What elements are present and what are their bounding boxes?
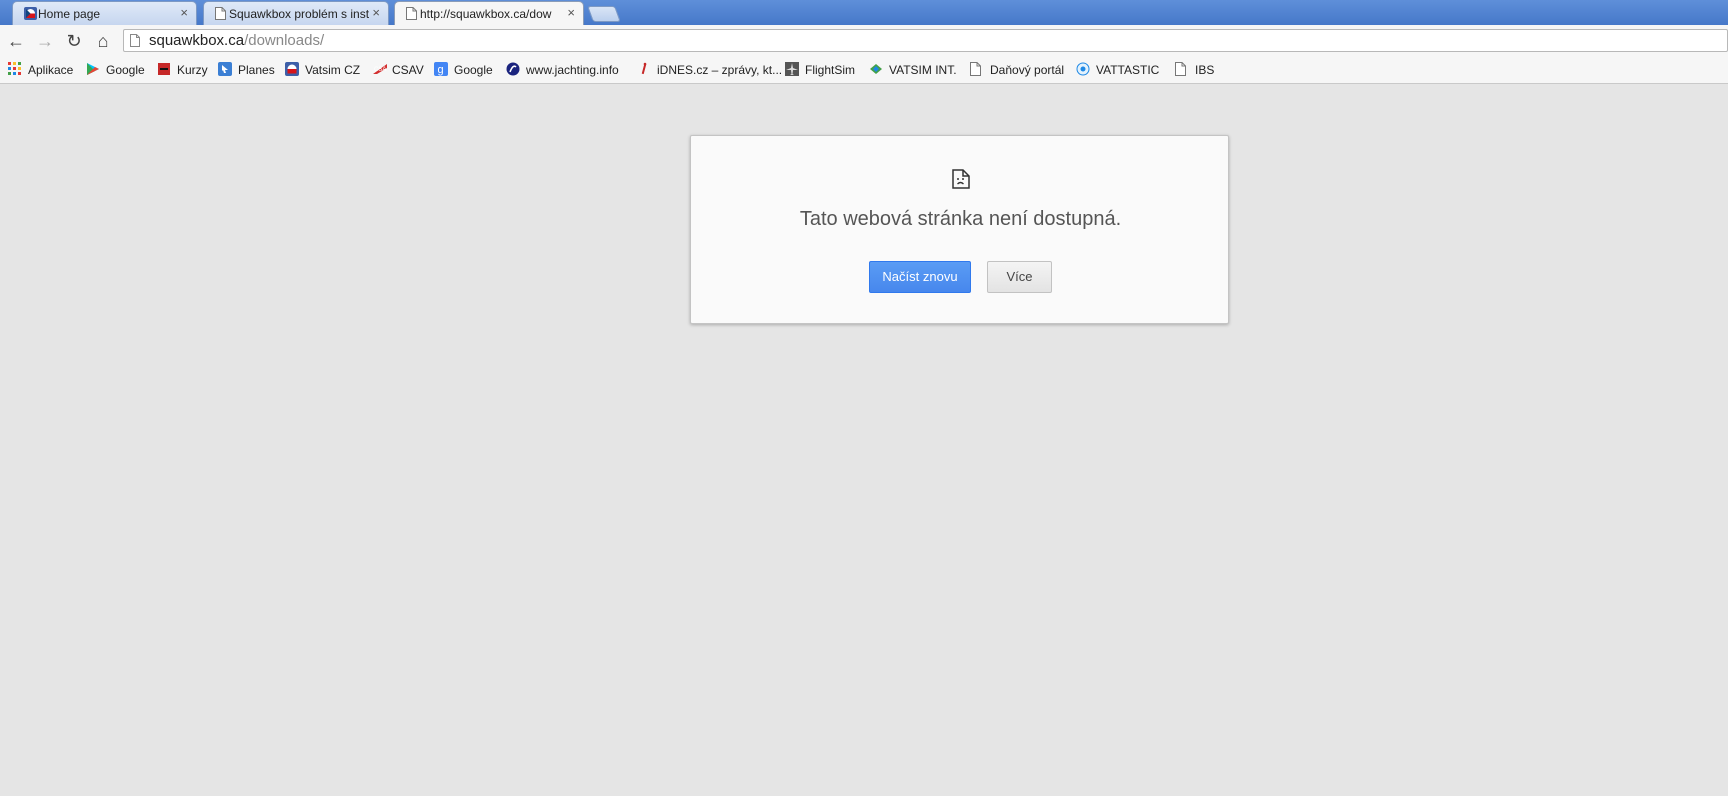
google-plus-icon: g: [434, 62, 448, 76]
sad-page-icon: [952, 169, 970, 189]
bookmarks-bar: Aplikace Google Kurzy Planes Vatsim CZ C…: [0, 57, 1728, 84]
svg-text:CSA: CSA: [374, 67, 386, 73]
url-host: squawkbox.ca: [149, 32, 245, 49]
jachting-icon: [506, 62, 520, 76]
apps-grid-icon: [8, 62, 22, 76]
bookmark-label: Aplikace: [28, 63, 74, 77]
bookmark-label: VATSIM INT.: [889, 63, 957, 77]
url-path: /downloads/: [244, 32, 325, 49]
vatsim-int-icon: [869, 62, 883, 76]
bookmark-label: Vatsim CZ: [305, 63, 361, 77]
back-button[interactable]: ←: [6, 31, 26, 51]
close-icon[interactable]: ×: [567, 5, 575, 21]
new-tab-button[interactable]: [587, 6, 621, 22]
csa-icon: CSA: [372, 62, 387, 76]
page-icon: [215, 7, 228, 20]
page-icon: [130, 34, 140, 47]
error-message: Tato webová stránka není dostupná.: [799, 208, 1122, 230]
close-icon[interactable]: ×: [372, 5, 380, 21]
reload-page-button[interactable]: Načíst znovu: [869, 261, 971, 293]
bookmark-label: VATTASTIC: [1096, 63, 1160, 77]
page-icon: [406, 7, 419, 20]
planes-icon: [218, 62, 232, 76]
home-button[interactable]: ⌂: [93, 31, 113, 51]
vattastic-icon: [1076, 62, 1090, 76]
page-icon: [1175, 62, 1189, 76]
flag-czech-icon: [24, 7, 37, 20]
bookmark-label: FlightSim: [805, 63, 856, 77]
tab-strip: Home page × Squawkbox problém s inst × h…: [0, 0, 1728, 26]
close-icon[interactable]: ×: [180, 5, 188, 21]
address-bar[interactable]: squawkbox.ca/downloads/: [123, 29, 1728, 52]
bookmark-label: Kurzy: [177, 63, 208, 77]
url-text: squawkbox.ca/downloads/: [149, 32, 324, 49]
error-card: Tato webová stránka není dostupná. Načís…: [690, 135, 1229, 324]
more-details-button[interactable]: Více: [987, 261, 1052, 293]
bookmark-label: Planes: [238, 63, 275, 77]
vatsim-cz-icon: [285, 62, 299, 76]
tab-title: Squawkbox problém s inst: [229, 7, 369, 21]
tab-squawkbox-downloads[interactable]: http://squawkbox.ca/dow ×: [394, 1, 584, 26]
tab-squawkbox-problem[interactable]: Squawkbox problém s inst ×: [203, 1, 389, 25]
toolbar: ← → ↻ ⌂ squawkbox.ca/downloads/: [0, 25, 1728, 57]
bookmark-label: Google: [454, 63, 493, 77]
tab-home-page[interactable]: Home page ×: [12, 1, 197, 25]
tab-title: http://squawkbox.ca/dow: [420, 7, 552, 21]
tab-title: Home page: [38, 7, 101, 21]
idnes-icon: [637, 62, 651, 76]
bookmark-label: CSAV: [392, 63, 424, 77]
google-play-icon: [86, 62, 100, 76]
kurzy-icon: [157, 62, 171, 76]
bookmark-label: Google: [106, 63, 145, 77]
bookmark-label: Daňový portál: [990, 63, 1065, 77]
bookmark-label: IBS: [1195, 63, 1215, 77]
forward-button[interactable]: →: [35, 31, 55, 51]
airplane-icon: [785, 62, 799, 76]
bookmark-label: www.jachting.info: [526, 63, 619, 77]
bookmark-label: iDNES.cz – zprávy, kt...: [657, 63, 783, 77]
svg-text:g: g: [438, 64, 444, 76]
reload-button[interactable]: ↻: [64, 31, 84, 51]
page-icon: [970, 62, 984, 76]
